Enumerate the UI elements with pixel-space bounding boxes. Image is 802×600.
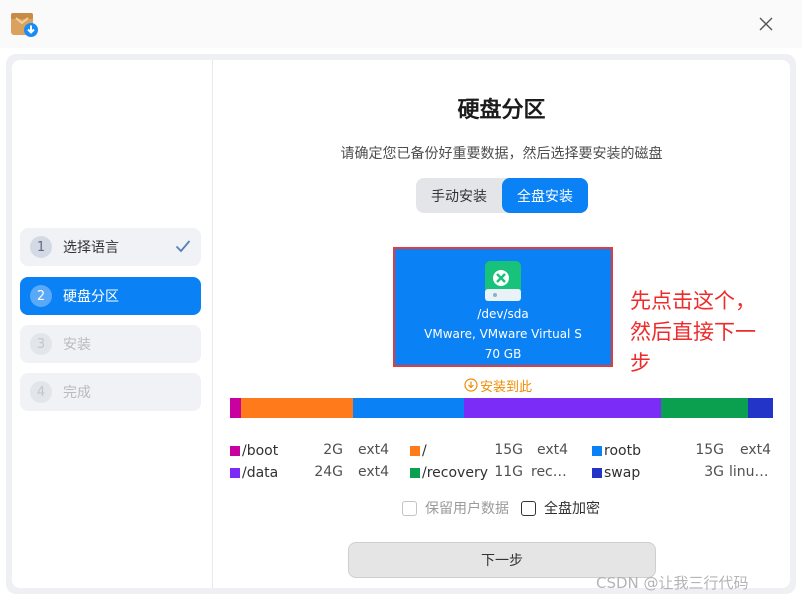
install-mode-toggle: 手动安装 全盘安装	[416, 178, 588, 213]
disk-device: /dev/sda	[477, 307, 529, 321]
full-disk-install-tab[interactable]: 全盘安装	[502, 178, 588, 213]
partition-fs: ext4	[358, 464, 390, 480]
step-label: 硬盘分区	[63, 289, 119, 305]
partition-name: swap	[604, 465, 641, 481]
close-button[interactable]	[752, 12, 780, 36]
checkbox-label: 全盘加密	[544, 501, 600, 517]
partition-fs: linu…	[729, 464, 769, 480]
step-number: 3	[30, 333, 52, 355]
step-label: 选择语言	[63, 240, 119, 256]
keep-user-data-checkbox: 保留用户数据	[402, 499, 509, 517]
partition-segment	[230, 398, 242, 418]
watermark: CSDN @让我三行代码	[596, 574, 749, 592]
checkbox-label: 保留用户数据	[425, 501, 509, 517]
legend-rootb: rootb	[592, 442, 641, 460]
annotation-line: 然后直接下一	[630, 320, 756, 344]
page-subtitle: 请确定您已备份好重要数据，然后选择要安装的磁盘	[340, 146, 663, 162]
manual-install-tab[interactable]: 手动安装	[416, 178, 502, 213]
legend-swatch	[592, 468, 602, 478]
legend-swatch	[410, 446, 420, 456]
step-select-language[interactable]: 1 选择语言	[20, 228, 201, 266]
partition-size: 15G	[494, 442, 523, 458]
title-bar	[0, 0, 802, 48]
legend-recovery: /recovery	[410, 464, 488, 482]
partition-size: 11G	[494, 464, 523, 480]
annotation-line: 步	[630, 351, 651, 375]
step-number: 4	[30, 381, 52, 403]
partition-size: 24G	[314, 464, 343, 480]
check-icon	[175, 240, 191, 253]
legend-swatch	[410, 468, 420, 478]
disk-model: VMware, VMware Virtual S	[424, 327, 582, 341]
disk-card-sda[interactable]: /dev/sda VMware, VMware Virtual S 70 GB	[393, 247, 613, 367]
legend-swap: swap	[592, 464, 640, 482]
instruction-annotation: 先点击这个， 然后直接下一 步	[630, 286, 800, 379]
partition-fs: rec…	[531, 464, 567, 480]
partition-name: rootb	[604, 443, 641, 459]
step-install: 3 安装	[20, 325, 201, 363]
step-label: 安装	[63, 337, 91, 353]
partition-name: /data	[242, 465, 279, 481]
step-number: 1	[30, 236, 52, 258]
partition-segment	[464, 398, 662, 418]
legend-data: /data	[230, 464, 278, 482]
partition-fs: ext4	[740, 442, 772, 458]
install-here-label: 安装到此	[480, 379, 533, 395]
legend-swatch	[230, 468, 240, 478]
step-label: 完成	[63, 385, 91, 401]
partition-segment	[241, 398, 353, 418]
partition-name: /boot	[242, 443, 279, 459]
checkbox-box	[402, 500, 417, 516]
partition-bar	[230, 398, 773, 418]
full-disk-encrypt-checkbox[interactable]: 全盘加密	[521, 499, 600, 517]
partition-segment	[661, 398, 749, 418]
partition-fs: ext4	[537, 442, 569, 458]
partition-size: 15G	[695, 442, 724, 458]
step-finish: 4 完成	[20, 373, 201, 411]
checkbox-box[interactable]	[521, 500, 536, 516]
close-icon	[759, 17, 773, 31]
legend-root: /	[410, 442, 427, 460]
sidebar	[12, 60, 212, 588]
annotation-line: 先点击这个，	[630, 289, 756, 313]
installer-icon	[11, 13, 38, 37]
install-here-hint: 安装到此	[464, 376, 533, 395]
legend-swatch	[592, 446, 602, 456]
partition-name: /recovery	[422, 465, 488, 481]
disk-icon	[485, 261, 521, 301]
page-title: 硬盘分区	[457, 98, 546, 123]
partition-fs: ext4	[358, 442, 390, 458]
step-number: 2	[30, 285, 52, 307]
partition-segment	[352, 398, 465, 418]
partition-name: /	[422, 443, 427, 459]
partition-segment	[748, 398, 773, 418]
partition-size: 2G	[323, 442, 343, 458]
step-disk-partition[interactable]: 2 硬盘分区	[20, 277, 201, 315]
down-arrow-circle-icon	[464, 378, 478, 392]
partition-size: 3G	[704, 464, 724, 480]
legend-boot: /boot	[230, 442, 278, 460]
legend-swatch	[230, 446, 240, 456]
disk-size: 70 GB	[484, 347, 522, 361]
